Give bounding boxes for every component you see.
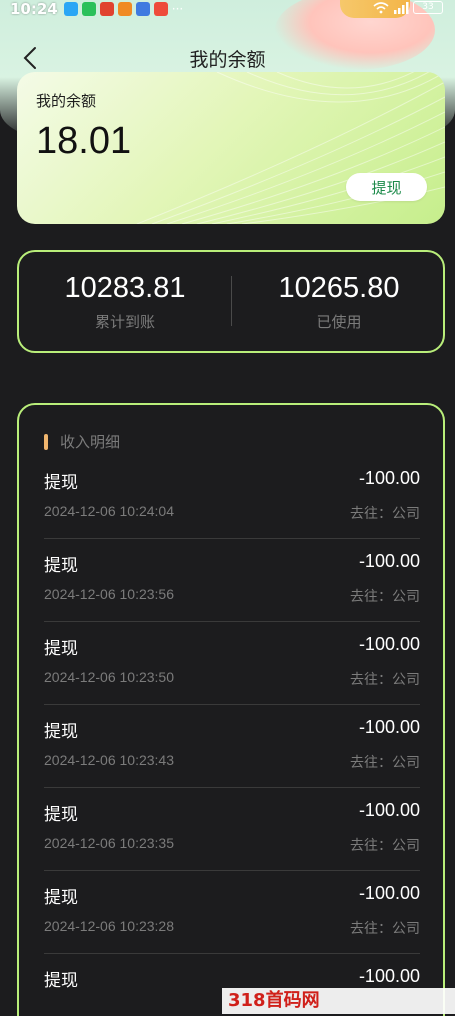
status-bar: 10:24 ··· 33 bbox=[0, 0, 455, 18]
income-details-card: 收入明细 提现 -100.00 2024-12-06 10:24:04 去往：公… bbox=[17, 403, 445, 1016]
overflow-dots: ··· bbox=[171, 2, 184, 16]
details-header-text: 收入明细 bbox=[60, 433, 121, 451]
record-amount: -100.00 bbox=[358, 717, 420, 737]
wifi-icon bbox=[373, 1, 389, 13]
stat-total-received-label: 累计到账 bbox=[94, 313, 155, 331]
stat-total-received: 10283.81 累计到账 bbox=[19, 252, 231, 332]
wechat-app-icon bbox=[81, 2, 96, 16]
video-app-icon bbox=[153, 2, 168, 16]
record-time: 2024-12-06 10:23:35 bbox=[44, 835, 174, 851]
stat-used-value: 10265.80 bbox=[278, 272, 400, 304]
details-header: 收入明细 bbox=[44, 431, 120, 452]
record-destination: 去往：公司 bbox=[350, 921, 420, 937]
record-type: 提现 bbox=[44, 639, 78, 659]
record-amount: -100.00 bbox=[358, 800, 420, 820]
balance-card: 我的余额 18.01 提现 bbox=[17, 72, 445, 224]
record-type: 提现 bbox=[44, 473, 78, 493]
list-item[interactable]: 提现 -100.00 2024-12-06 10:24:04 去往：公司 bbox=[44, 456, 420, 539]
stat-used-label: 已使用 bbox=[316, 313, 362, 331]
record-type: 提现 bbox=[44, 805, 78, 825]
record-amount: -100.00 bbox=[358, 883, 420, 903]
record-time: 2024-12-06 10:23:43 bbox=[44, 752, 174, 768]
record-amount: -100.00 bbox=[358, 468, 420, 488]
balance-label: 我的余额 bbox=[36, 92, 97, 110]
messages-app-icon bbox=[63, 2, 78, 16]
record-destination: 去往：公司 bbox=[350, 589, 420, 605]
app-icon-grid bbox=[117, 2, 132, 16]
record-type: 提现 bbox=[44, 556, 78, 576]
record-type: 提现 bbox=[44, 971, 78, 991]
record-time: 2024-12-06 10:23:56 bbox=[44, 586, 174, 602]
status-right: 33 bbox=[373, 1, 443, 14]
record-time: 2024-12-06 10:23:28 bbox=[44, 918, 174, 934]
site-watermark: 318首码网 www.e318.com bbox=[222, 988, 455, 1014]
tasks-app-icon bbox=[135, 2, 150, 16]
record-time: 2024-12-06 10:23:50 bbox=[44, 669, 174, 685]
record-destination: 去往：公司 bbox=[350, 755, 420, 771]
record-destination: 去往：公司 bbox=[350, 506, 420, 522]
status-time: 10:24 bbox=[10, 0, 58, 18]
record-destination: 去往：公司 bbox=[350, 838, 420, 854]
battery-icon: 33 bbox=[413, 1, 443, 14]
stat-used: 10265.80 已使用 bbox=[233, 252, 445, 332]
record-time: 2024-12-06 10:24:04 bbox=[44, 503, 174, 519]
list-item[interactable]: 提现 -100.00 2024-12-06 10:23:56 去往：公司 bbox=[44, 539, 420, 622]
list-item[interactable]: 提现 -100.00 2024-12-06 10:23:50 去往：公司 bbox=[44, 622, 420, 705]
withdraw-button[interactable]: 提现 bbox=[346, 173, 427, 201]
record-amount: -100.00 bbox=[358, 966, 420, 986]
record-type: 提现 bbox=[44, 888, 78, 908]
list-item[interactable]: 提现 -100.00 2024-12-06 10:23:28 去往：公司 bbox=[44, 871, 420, 954]
record-type: 提现 bbox=[44, 722, 78, 742]
signal-icon bbox=[394, 1, 409, 14]
page-title: 我的余额 bbox=[189, 49, 266, 71]
stats-card: 10283.81 累计到账 10265.80 已使用 bbox=[17, 250, 445, 353]
record-amount: -100.00 bbox=[358, 551, 420, 571]
record-destination: 去往：公司 bbox=[350, 672, 420, 688]
record-amount: -100.00 bbox=[358, 634, 420, 654]
list-item[interactable]: 提现 -100.00 2024-12-06 10:23:35 去往：公司 bbox=[44, 788, 420, 871]
weibo-app-icon bbox=[99, 2, 114, 16]
list-item[interactable]: 提现 -100.00 2024-12-06 10:23:43 去往：公司 bbox=[44, 705, 420, 788]
stat-divider bbox=[231, 276, 232, 326]
balance-value: 18.01 bbox=[36, 120, 132, 162]
header-accent-bar bbox=[44, 433, 48, 450]
stat-total-received-value: 10283.81 bbox=[64, 272, 186, 304]
